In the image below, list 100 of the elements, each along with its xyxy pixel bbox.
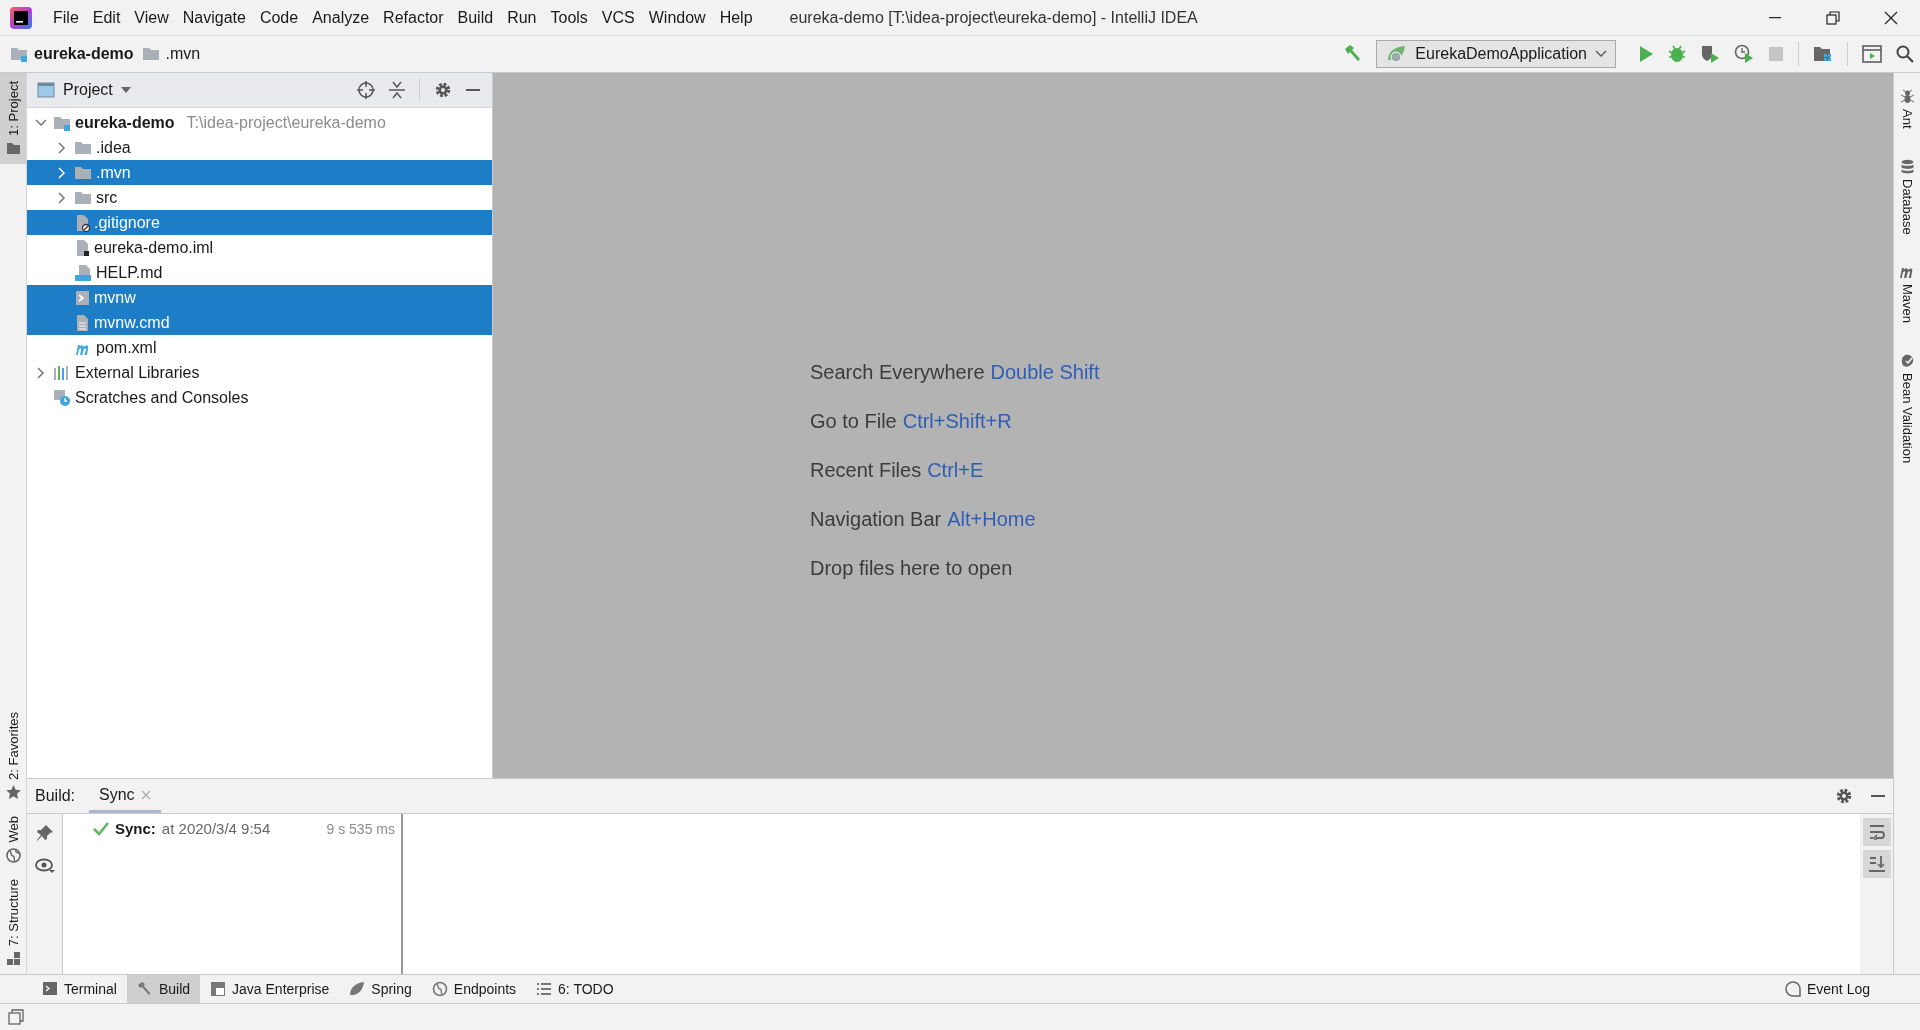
folder-icon bbox=[53, 114, 71, 131]
menu-item[interactable]: Analyze bbox=[305, 6, 377, 29]
dropdown-caret-icon[interactable] bbox=[120, 87, 131, 93]
tree-item[interactable]: eureka-demo T:\idea-project\eureka-demo bbox=[27, 110, 492, 135]
tree-item[interactable]: eureka-demo.iml bbox=[27, 235, 492, 260]
panel-toggle-icon[interactable] bbox=[8, 1009, 24, 1025]
file-icon bbox=[74, 238, 90, 257]
menu-item[interactable]: File bbox=[46, 6, 86, 29]
shortcut-text: Alt+Home bbox=[947, 508, 1036, 531]
profiler-icon[interactable] bbox=[1734, 44, 1754, 64]
project-structure-icon[interactable] bbox=[1813, 45, 1833, 63]
tool-window-tab[interactable]: Event Log bbox=[1774, 975, 1880, 1003]
project-view-icon bbox=[37, 82, 55, 98]
breadcrumb[interactable]: eureka-demo bbox=[10, 45, 134, 63]
side-tab[interactable]: 7: Structure bbox=[0, 870, 26, 974]
run-icon[interactable] bbox=[1638, 45, 1654, 63]
run-configuration-dropdown[interactable]: EurekaDemoApplication bbox=[1376, 40, 1616, 68]
breadcrumb[interactable]: .mvn bbox=[141, 45, 201, 63]
tool-window-tab[interactable]: 6: TODO bbox=[526, 975, 624, 1003]
speech-bubble-icon bbox=[1784, 981, 1801, 997]
menu-item[interactable]: View bbox=[127, 6, 176, 29]
tree-item[interactable]: .mvn bbox=[27, 160, 492, 185]
pin-icon[interactable] bbox=[35, 824, 54, 842]
path-hint: T:\idea-project\eureka-demo bbox=[186, 113, 386, 132]
tree-item[interactable]: HELP.md bbox=[27, 260, 492, 285]
tool-window-tab[interactable]: Build bbox=[126, 975, 201, 1003]
chevron-right-icon[interactable] bbox=[56, 191, 68, 204]
build-entry-text: at 2020/3/4 9:54 bbox=[161, 820, 271, 837]
search-icon[interactable] bbox=[1896, 45, 1914, 63]
hint-text: Search Everywhere bbox=[810, 360, 985, 385]
menu-item[interactable]: Run bbox=[500, 6, 544, 29]
terminal-file-icon bbox=[74, 288, 90, 307]
menu-item[interactable]: Build bbox=[450, 6, 501, 29]
structure-icon bbox=[5, 951, 21, 966]
shortcut-text: Ctrl+E bbox=[927, 459, 984, 482]
collapse-all-icon[interactable] bbox=[389, 81, 405, 99]
eye-icon[interactable] bbox=[34, 858, 55, 874]
chevron-right-icon[interactable] bbox=[56, 141, 68, 154]
side-tab[interactable]: Web bbox=[0, 808, 26, 871]
app-logo-icon bbox=[10, 6, 32, 29]
side-tab[interactable]: Maven bbox=[1894, 256, 1920, 332]
panel-label: Build: bbox=[35, 787, 76, 805]
soft-wrap-button[interactable] bbox=[1862, 818, 1891, 846]
chevron-right-icon[interactable] bbox=[56, 166, 68, 179]
side-tab[interactable]: Bean Validation bbox=[1894, 345, 1920, 472]
settings-icon[interactable] bbox=[434, 81, 452, 99]
shortcut-text: Double Shift bbox=[990, 361, 1100, 384]
panel-title: Project bbox=[63, 81, 113, 99]
tool-window-tab[interactable]: Java Enterprise bbox=[200, 975, 340, 1003]
build-duration: 9 s 535 ms bbox=[326, 820, 395, 837]
folder-icon bbox=[141, 46, 160, 62]
menu-item[interactable]: Navigate bbox=[175, 6, 253, 29]
side-tab[interactable]: 1: Project bbox=[0, 73, 26, 164]
tree-item[interactable]: Scratches and Consoles bbox=[27, 385, 492, 410]
chevron-down-icon bbox=[1595, 50, 1607, 58]
folder-icon bbox=[10, 46, 28, 62]
menu-item[interactable]: Window bbox=[641, 6, 713, 29]
side-tab[interactable]: Ant bbox=[1894, 81, 1920, 137]
tree-item[interactable]: External Libraries bbox=[27, 360, 492, 385]
markdown-file-icon bbox=[74, 263, 92, 282]
scroll-to-end-button[interactable] bbox=[1862, 850, 1891, 878]
close-icon bbox=[1883, 9, 1899, 26]
run-window-icon[interactable] bbox=[1862, 45, 1882, 63]
scratch-icon bbox=[53, 388, 71, 407]
locate-icon[interactable] bbox=[357, 81, 375, 99]
menu-item[interactable]: Help bbox=[712, 6, 760, 29]
tree-item[interactable]: mvnw.cmd bbox=[27, 310, 492, 335]
hint-text: Navigation Bar bbox=[810, 507, 942, 532]
database-icon bbox=[1899, 158, 1915, 174]
ant-icon bbox=[1899, 89, 1915, 104]
hint-text: Recent Files bbox=[810, 458, 922, 483]
tree-item[interactable]: src bbox=[27, 185, 492, 210]
settings-icon[interactable] bbox=[1835, 787, 1853, 805]
restore-icon bbox=[1825, 9, 1841, 26]
chevron-down-icon[interactable] bbox=[35, 116, 47, 129]
tool-window-tab[interactable]: Terminal bbox=[32, 975, 127, 1003]
globe-icon bbox=[5, 847, 21, 863]
coverage-icon[interactable] bbox=[1700, 44, 1720, 64]
hammer-icon[interactable] bbox=[1342, 44, 1363, 64]
menu-item[interactable]: Refactor bbox=[376, 6, 451, 29]
hint-text: Go to File bbox=[810, 409, 897, 434]
tool-window-tab[interactable]: Spring bbox=[339, 975, 422, 1003]
side-tab[interactable]: Database bbox=[1894, 150, 1920, 243]
tree-item[interactable]: mvnw bbox=[27, 285, 492, 310]
debug-icon[interactable] bbox=[1668, 45, 1686, 63]
menu-item[interactable]: Edit bbox=[85, 6, 128, 29]
globe-icon bbox=[431, 981, 448, 997]
folder-icon bbox=[74, 139, 92, 156]
list-icon bbox=[536, 981, 553, 997]
tool-window-tab[interactable]: Endpoints bbox=[421, 975, 527, 1003]
menu-item[interactable]: VCS bbox=[594, 6, 642, 29]
menu-item[interactable]: Code bbox=[252, 6, 306, 29]
tree-item[interactable]: pom.xml bbox=[27, 335, 492, 360]
tree-item[interactable]: .gitignore bbox=[27, 210, 492, 235]
shortcut-text: Ctrl+Shift+R bbox=[902, 410, 1012, 433]
menu-item[interactable]: Tools bbox=[543, 6, 595, 29]
side-tab[interactable]: 2: Favorites bbox=[0, 704, 26, 809]
scroll-to-end-icon bbox=[1867, 855, 1886, 873]
chevron-right-icon[interactable] bbox=[35, 366, 47, 379]
tree-item[interactable]: .idea bbox=[27, 135, 492, 160]
